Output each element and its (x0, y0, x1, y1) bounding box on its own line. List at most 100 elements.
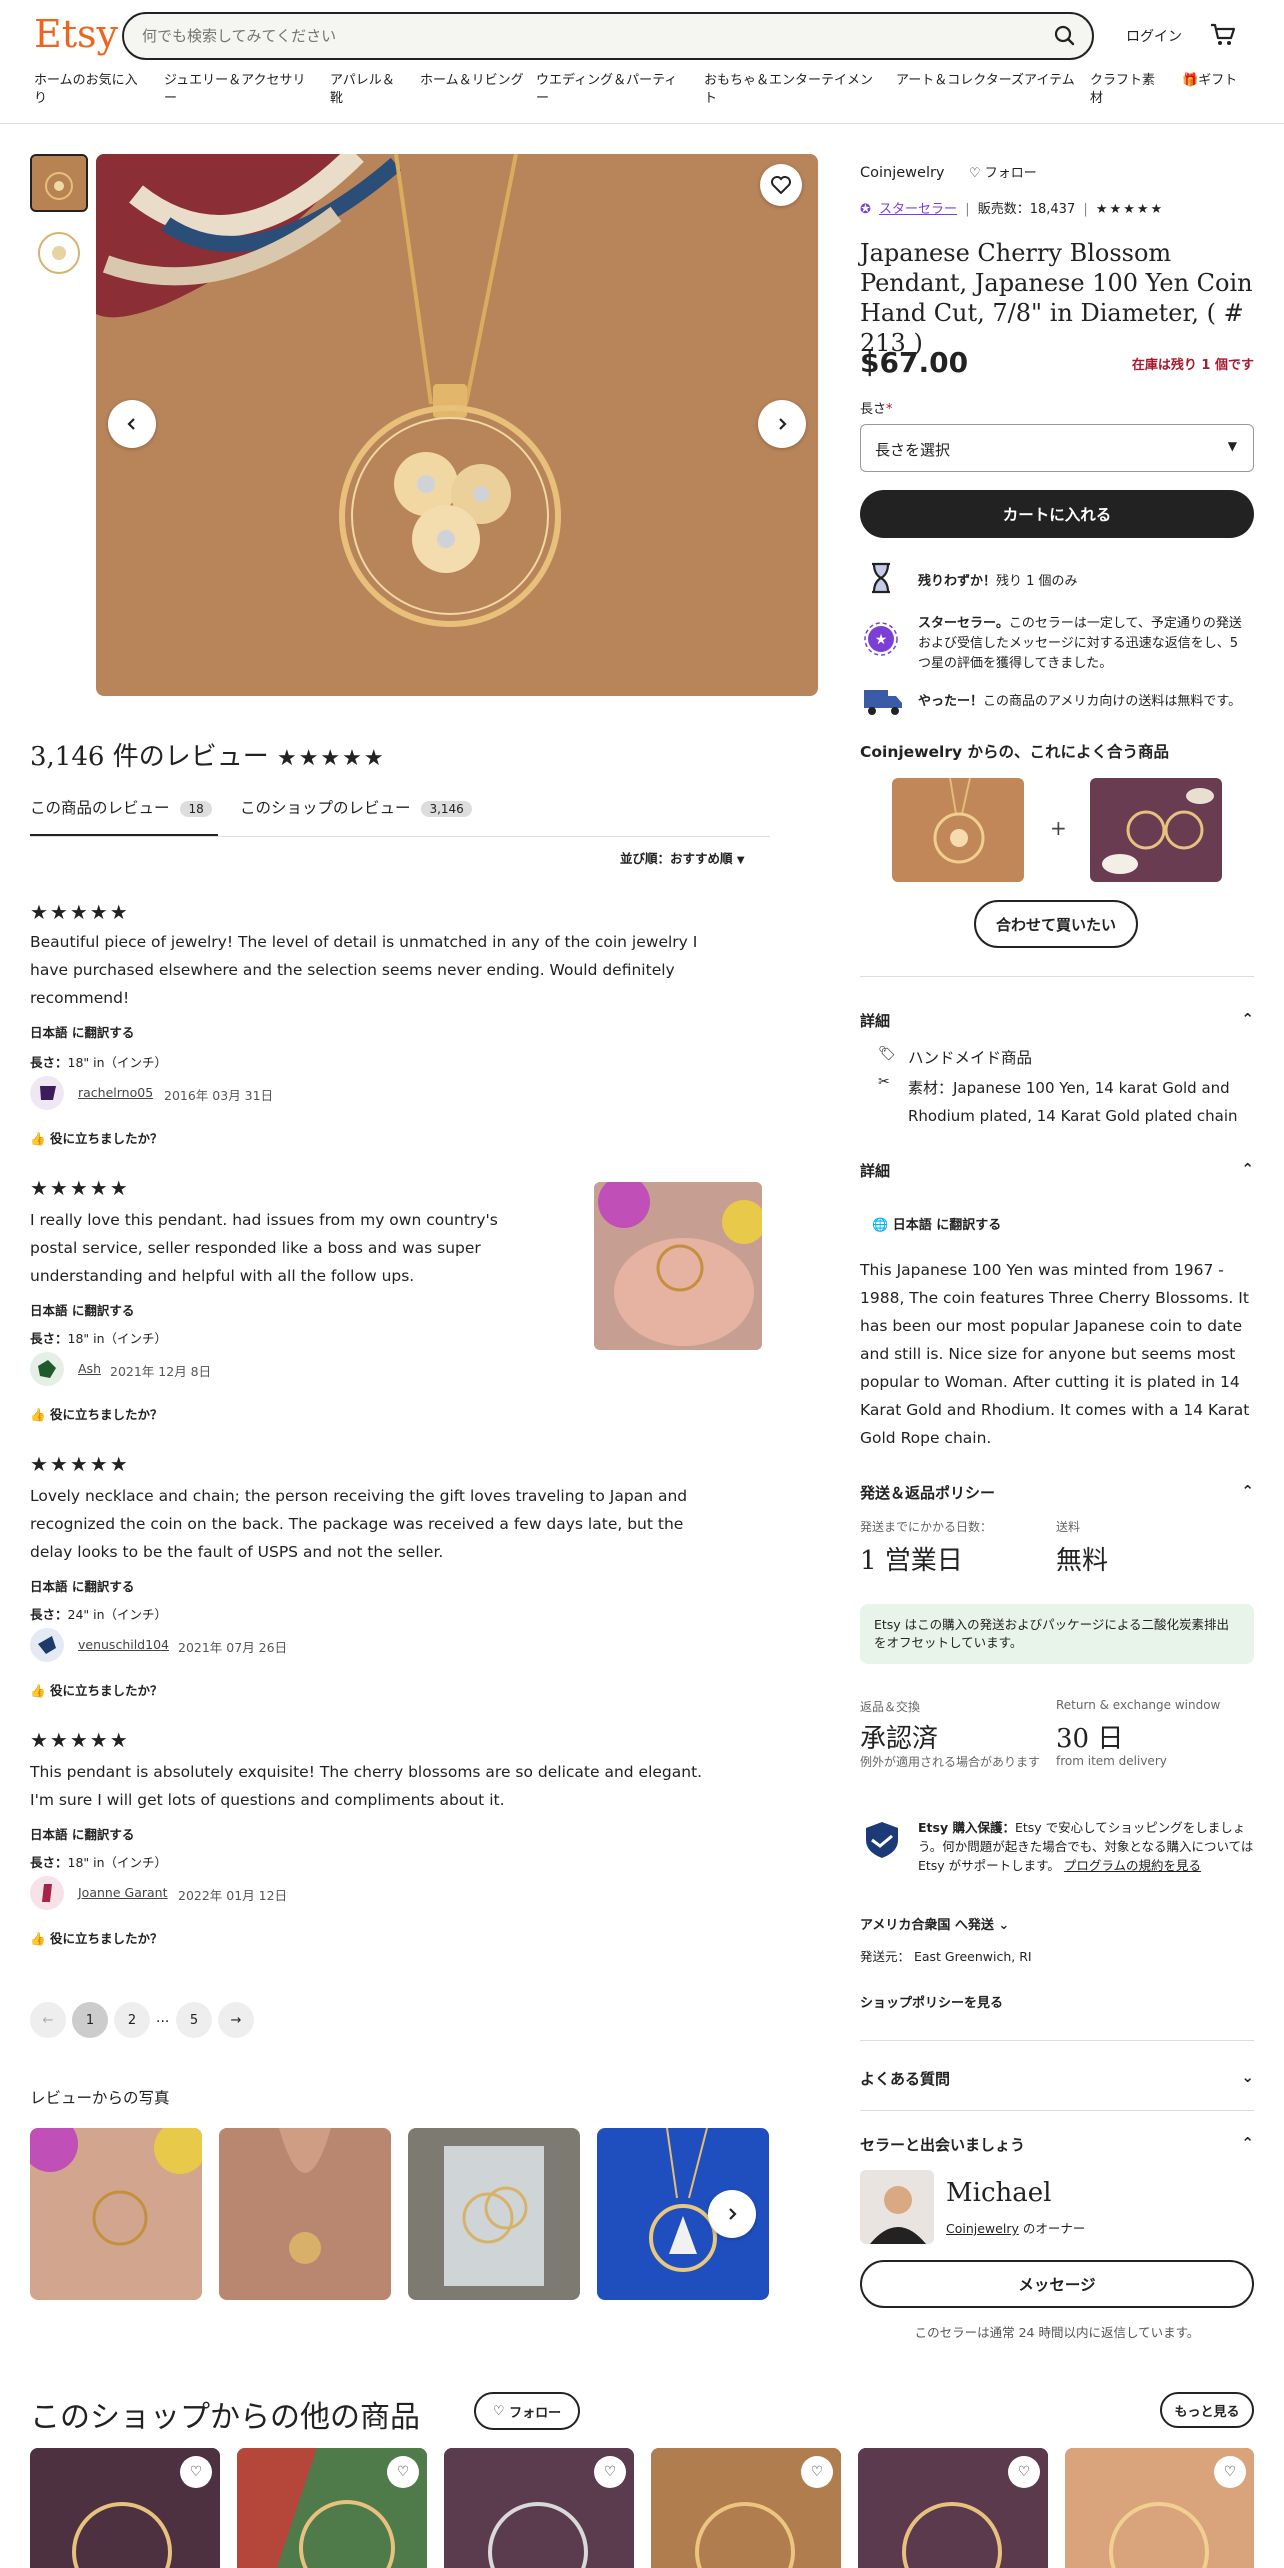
review-translate-link[interactable]: 日本語 に翻訳する (30, 1576, 134, 1595)
reviewer-avatar (30, 1352, 64, 1386)
cart-icon[interactable] (1208, 20, 1238, 50)
review-photo[interactable] (594, 1182, 762, 1350)
pagination-next-arrow-icon[interactable]: → (218, 2002, 254, 2038)
shipping-accordion-header[interactable]: 発送＆返品ポリシー ⌃ (860, 1482, 1254, 1504)
add-to-cart-button[interactable]: カートに入れる (860, 490, 1254, 538)
pagination-page-2[interactable]: 2 (114, 2002, 150, 2038)
thumbnail-1[interactable] (30, 154, 88, 212)
review-photo[interactable] (219, 2128, 391, 2300)
etsy-logo[interactable]: Etsy (34, 12, 118, 56)
truck-icon (862, 684, 904, 718)
follow-shop-button[interactable]: ♡ フォロー (969, 166, 1037, 181)
nav-item-home[interactable]: ホーム＆リビング (420, 72, 524, 90)
favorite-heart-icon[interactable] (760, 164, 802, 206)
pagination-prev-arrow-icon[interactable]: ← (30, 2002, 66, 2038)
shop-policy-link[interactable]: ショップポリシーを見る (860, 1992, 1003, 2011)
reviewer-name-link[interactable]: venuschild104 (78, 1637, 169, 1652)
star-seller-link[interactable]: スターセラー (879, 202, 957, 217)
review-date: 2022年 01月 12日 (178, 1888, 288, 1903)
shop-item-card[interactable]: ♡ (237, 2448, 427, 2568)
reviewer-avatar (30, 1076, 64, 1110)
helpful-button[interactable]: 👍 役に立ちましたか？ (30, 1128, 162, 1147)
chevron-up-icon: ⌃ (1241, 1160, 1254, 1178)
shop-name-link[interactable]: Coinjewelry (860, 165, 945, 181)
ship-to-selector[interactable]: アメリカ合衆国 へ発送 ⌄ (860, 1914, 1009, 1933)
see-more-button[interactable]: もっと見る (1160, 2392, 1254, 2428)
gift-icon: 🎁 (1182, 73, 1199, 88)
shop-item-card[interactable]: ♡ (444, 2448, 634, 2568)
favorite-heart-icon[interactable]: ♡ (387, 2456, 419, 2488)
length-select[interactable]: 長さを選択 ▼ (860, 424, 1254, 472)
search-icon[interactable] (1048, 20, 1082, 52)
pagination-page-1[interactable]: 1 (72, 2002, 108, 2038)
nav-item-wedding[interactable]: ウエディング＆パーティー (536, 72, 686, 108)
pairs-well-title: Coinjewelry からの、これによく合う商品 (860, 743, 1169, 761)
login-link[interactable]: ログイン (1126, 26, 1182, 46)
review-translate-link[interactable]: 日本語 に翻訳する (30, 1300, 134, 1319)
follow-shop-button[interactable]: ♡ フォロー (474, 2392, 580, 2430)
favorite-heart-icon[interactable]: ♡ (1008, 2456, 1040, 2488)
favorite-heart-icon[interactable]: ♡ (594, 2456, 626, 2488)
favorite-heart-icon[interactable]: ♡ (1214, 2456, 1246, 2488)
details-accordion-header[interactable]: 詳細 ⌃ (860, 1010, 1254, 1032)
buy-together-button[interactable]: 合わせて買いたい (974, 900, 1138, 948)
nav-item-apparel[interactable]: アパレル＆靴 (330, 72, 404, 108)
overall-rating-stars: ★★★★★ (276, 746, 386, 771)
helpful-button[interactable]: 👍 役に立ちましたか？ (30, 1928, 162, 1947)
shop-item-card[interactable]: ♡ (1065, 2448, 1254, 2568)
tab-shop-reviews[interactable]: このショップのレビュー 3,146 (240, 796, 472, 836)
reviewer-name-link[interactable]: rachelrno05 (78, 1085, 153, 1100)
hourglass-icon (866, 562, 896, 594)
helpful-button[interactable]: 👍 役に立ちましたか？ (30, 1680, 162, 1699)
next-image-chevron-icon[interactable] (758, 400, 806, 448)
search-input[interactable] (142, 24, 1022, 48)
chevron-up-icon: ⌃ (1241, 2134, 1254, 2152)
stock-warning: 在庫は残り 1 個です (1131, 358, 1254, 373)
message-seller-button[interactable]: メッセージ (860, 2260, 1254, 2308)
reviewer-name-link[interactable]: Ash (78, 1361, 101, 1376)
favorite-heart-icon[interactable]: ♡ (180, 2456, 212, 2488)
helpful-button[interactable]: 👍 役に立ちましたか？ (30, 1404, 162, 1423)
translate-button[interactable]: 🌐 日本語 に翻訳する (872, 1214, 1001, 1233)
faq-accordion-header[interactable]: よくある質問 ⌄ (860, 2068, 1254, 2090)
reviewer-name-link[interactable]: Joanne Garant (78, 1885, 167, 1900)
paired-item-pendant[interactable] (892, 778, 1024, 882)
protection-terms-link[interactable]: プログラムの規約を見る (1064, 1858, 1201, 1873)
review-photo[interactable] (408, 2128, 580, 2300)
more-from-shop-title: このショップからの他の商品 (30, 2400, 420, 2435)
thumbnail-2[interactable] (30, 224, 88, 282)
review-photo[interactable] (30, 2128, 202, 2300)
photos-next-chevron-icon[interactable] (708, 2190, 756, 2238)
seller-name: Michael (946, 2178, 1052, 2208)
nav-item-jewelry[interactable]: ジュエリー＆アクセサリー (164, 72, 314, 108)
review-translate-link[interactable]: 日本語 に翻訳する (30, 1022, 134, 1041)
paired-item-earrings[interactable] (1090, 778, 1222, 882)
pagination-ellipsis: ... (156, 2010, 170, 2026)
caret-down-icon: ▼ (736, 855, 745, 866)
sort-dropdown[interactable]: 並び順：おすすめ順 ▼ (620, 848, 745, 867)
nav-item-toys[interactable]: おもちゃ＆エンターテイメント (704, 72, 884, 108)
nav-item-gift[interactable]: 🎁ギフト (1182, 72, 1242, 90)
nav-item-craft[interactable]: クラフト素材 (1090, 72, 1162, 108)
review-translate-link[interactable]: 日本語 に翻訳する (30, 1824, 134, 1843)
chevron-down-icon: ⌄ (1241, 2068, 1254, 2086)
nav-item-favorites[interactable]: ホームのお気に入り (34, 72, 149, 108)
star-seller-badge-icon: ★ (864, 622, 898, 656)
meet-seller-header[interactable]: セラーと出会いましょう ⌃ (860, 2134, 1254, 2156)
tab-item-reviews[interactable]: この商品のレビュー 18 (30, 796, 218, 836)
seller-avatar (860, 2170, 934, 2244)
seller-shop-link[interactable]: Coinjewelry (946, 2221, 1019, 2236)
shop-item-card[interactable]: ♡ (30, 2448, 220, 2568)
search-bar[interactable] (122, 12, 1094, 60)
shipping-days-label: 発送までにかかる日数： (860, 1520, 993, 1534)
pagination-page-5[interactable]: 5 (176, 2002, 212, 2038)
shop-item-card[interactable]: ♡ (651, 2448, 841, 2568)
previous-image-chevron-icon[interactable] (108, 400, 156, 448)
review-rating-stars: ★★★★★ (30, 1728, 130, 1752)
review-rating-stars: ★★★★★ (30, 1176, 130, 1200)
favorite-heart-icon[interactable]: ♡ (801, 2456, 833, 2488)
shop-item-card[interactable]: ♡ (858, 2448, 1048, 2568)
reviewer-avatar (30, 1876, 64, 1910)
nav-item-art[interactable]: アート＆コレクターズアイテム (896, 72, 1076, 90)
description-accordion-header[interactable]: 詳細 ⌃ (860, 1160, 1254, 1182)
